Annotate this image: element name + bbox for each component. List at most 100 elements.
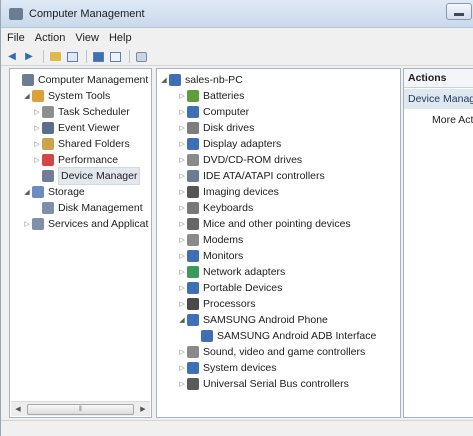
device-category-universal-serial-bus-controllers[interactable]: ▷ Universal Serial Bus controllers bbox=[177, 376, 349, 392]
device-category-ide-ata-atapi-controllers[interactable]: ▷ IDE ATA/ATAPI controllers bbox=[177, 168, 325, 184]
device-category-sound-video-and-game-controllers[interactable]: ▷ Sound, video and game controllers bbox=[177, 344, 365, 360]
tree-item-label: Event Viewer bbox=[58, 122, 120, 134]
menu-file[interactable]: File bbox=[7, 32, 25, 44]
collapsed-arrow-icon[interactable]: ▷ bbox=[177, 364, 187, 372]
device-category-disk-drives[interactable]: ▷ Disk drives bbox=[177, 120, 254, 136]
menu-view[interactable]: View bbox=[75, 32, 99, 44]
collapsed-arrow-icon[interactable]: ▷ bbox=[177, 220, 187, 228]
event-viewer-icon bbox=[42, 122, 54, 134]
expanded-arrow-icon[interactable]: ◢ bbox=[159, 76, 169, 84]
menu-action[interactable]: Action bbox=[35, 32, 66, 44]
collapsed-arrow-icon[interactable]: ▷ bbox=[177, 204, 187, 212]
collapsed-arrow-icon[interactable]: ▷ bbox=[177, 108, 187, 116]
device-category-label: Keyboards bbox=[203, 202, 254, 214]
device-category-samsung-android-adb-interface[interactable]: SAMSUNG Android ADB Interface bbox=[191, 328, 376, 344]
actions-pane: Actions Device Manager More Actions bbox=[403, 68, 473, 418]
device-category-mice-and-other-pointing-devices[interactable]: ▷ Mice and other pointing devices bbox=[177, 216, 351, 232]
window-title: Computer Management bbox=[29, 7, 145, 20]
phone-icon bbox=[201, 330, 213, 342]
collapsed-arrow-icon[interactable]: ▷ bbox=[177, 172, 187, 180]
scroll-left-icon[interactable]: ◀ bbox=[11, 405, 25, 413]
collapsed-arrow-icon[interactable]: ▷ bbox=[177, 284, 187, 292]
back-arrow-icon[interactable]: ◀ bbox=[5, 50, 19, 64]
collapsed-arrow-icon[interactable]: ▷ bbox=[177, 140, 187, 148]
tree-item-label: Performance bbox=[58, 154, 119, 166]
device-category-label: Imaging devices bbox=[203, 186, 279, 198]
scroll-right-icon[interactable]: ▶ bbox=[136, 405, 150, 413]
collapsed-arrow-icon[interactable]: ▷ bbox=[177, 236, 187, 244]
show-hide-tree-icon[interactable] bbox=[65, 50, 79, 64]
collapsed-arrow-icon[interactable]: ▷ bbox=[32, 140, 42, 148]
device-category-keyboards[interactable]: ▷ Keyboards bbox=[177, 200, 253, 216]
device-category-batteries[interactable]: ▷ Batteries bbox=[177, 88, 244, 104]
collapsed-arrow-icon[interactable]: ▷ bbox=[177, 92, 187, 100]
collapsed-arrow-icon[interactable]: ▷ bbox=[177, 380, 187, 388]
minimize-button[interactable] bbox=[446, 3, 472, 20]
tree-item-disk-management[interactable]: Disk Management bbox=[32, 200, 143, 216]
scan-hardware-icon[interactable] bbox=[134, 50, 148, 64]
collapsed-arrow-icon[interactable]: ▷ bbox=[22, 220, 32, 228]
menu-help[interactable]: Help bbox=[109, 32, 132, 44]
expanded-arrow-icon[interactable]: ◢ bbox=[177, 316, 187, 324]
device-category-processors[interactable]: ▷ Processors bbox=[177, 296, 256, 312]
collapsed-arrow-icon[interactable]: ▷ bbox=[32, 156, 42, 164]
tree-item-system-tools[interactable]: ◢ System Tools bbox=[22, 88, 110, 104]
expanded-arrow-icon[interactable]: ◢ bbox=[22, 188, 32, 196]
collapsed-arrow-icon[interactable]: ▷ bbox=[177, 300, 187, 308]
collapsed-arrow-icon[interactable]: ▷ bbox=[177, 268, 187, 276]
device-category-label: Sound, video and game controllers bbox=[203, 346, 366, 358]
scroll-thumb[interactable]: ‖ bbox=[27, 404, 134, 415]
tree-item-storage[interactable]: ◢ Storage bbox=[22, 184, 85, 200]
device-category-portable-devices[interactable]: ▷ Portable Devices bbox=[177, 280, 282, 296]
modem-icon bbox=[187, 234, 199, 246]
display-adapter-icon bbox=[187, 138, 199, 150]
toolbar-separator bbox=[86, 50, 87, 63]
device-category-monitors[interactable]: ▷ Monitors bbox=[177, 248, 243, 264]
processor-icon bbox=[187, 298, 199, 310]
device-category-label: SAMSUNG Android ADB Interface bbox=[217, 330, 377, 342]
console-tree-pane: Computer Management ◢ System Tools ▷ Task Sc… bbox=[9, 68, 152, 418]
status-bar bbox=[1, 420, 473, 436]
tree-item-performance[interactable]: ▷ Performance bbox=[32, 152, 118, 168]
help-icon[interactable] bbox=[108, 50, 122, 64]
collapsed-arrow-icon[interactable]: ▷ bbox=[32, 108, 42, 116]
tree-item-task-scheduler[interactable]: ▷ Task Scheduler bbox=[32, 104, 130, 120]
device-category-dvd-cd-rom-drives[interactable]: ▷ DVD/CD-ROM drives bbox=[177, 152, 302, 168]
properties-icon[interactable] bbox=[91, 50, 105, 64]
more-actions-link[interactable]: More Actions bbox=[432, 114, 473, 126]
device-category-network-adapters[interactable]: ▷ Network adapters bbox=[177, 264, 285, 280]
forward-arrow-icon[interactable]: ▶ bbox=[22, 50, 36, 64]
minimize-icon bbox=[454, 13, 464, 16]
expanded-arrow-icon[interactable]: ◢ bbox=[22, 92, 32, 100]
services-icon bbox=[32, 218, 44, 230]
tree-item-device-manager[interactable]: Device Manager bbox=[32, 167, 141, 185]
collapsed-arrow-icon[interactable]: ▷ bbox=[32, 124, 42, 132]
device-category-samsung-android-phone[interactable]: ◢ SAMSUNG Android Phone bbox=[177, 312, 328, 328]
tree-item-shared-folders[interactable]: ▷ Shared Folders bbox=[32, 136, 130, 152]
device-category-imaging-devices[interactable]: ▷ Imaging devices bbox=[177, 184, 279, 200]
collapsed-arrow-icon[interactable]: ▷ bbox=[177, 156, 187, 164]
system-devices-icon bbox=[187, 362, 199, 374]
tree-item-services-and-applicat[interactable]: ▷ Services and Applicat bbox=[22, 216, 148, 232]
device-category-system-devices[interactable]: ▷ System devices bbox=[177, 360, 277, 376]
device-tree-root-label: sales-nb-PC bbox=[185, 74, 243, 86]
device-category-label: Processors bbox=[203, 298, 256, 310]
collapsed-arrow-icon[interactable]: ▷ bbox=[177, 188, 187, 196]
device-category-computer[interactable]: ▷ Computer bbox=[177, 104, 249, 120]
keyboard-icon bbox=[187, 202, 199, 214]
horizontal-scrollbar[interactable]: ◀ ‖ ▶ bbox=[11, 401, 150, 416]
device-category-label: Monitors bbox=[203, 250, 244, 262]
collapsed-arrow-icon[interactable]: ▷ bbox=[177, 348, 187, 356]
device-category-display-adapters[interactable]: ▷ Display adapters bbox=[177, 136, 281, 152]
device-category-modems[interactable]: ▷ Modems bbox=[177, 232, 243, 248]
tree-item-event-viewer[interactable]: ▷ Event Viewer bbox=[32, 120, 120, 136]
device-category-label: Computer bbox=[203, 106, 250, 118]
tree-item-computer-management[interactable]: Computer Management bbox=[12, 72, 148, 88]
camera-icon bbox=[187, 186, 199, 198]
device-tree-root[interactable]: ◢ sales-nb-PC bbox=[159, 72, 243, 88]
up-folder-icon[interactable] bbox=[48, 50, 62, 64]
collapsed-arrow-icon[interactable]: ▷ bbox=[177, 252, 187, 260]
actions-section-device-manager[interactable]: Device Manager bbox=[404, 89, 473, 109]
portable-device-icon bbox=[187, 282, 199, 294]
collapsed-arrow-icon[interactable]: ▷ bbox=[177, 124, 187, 132]
